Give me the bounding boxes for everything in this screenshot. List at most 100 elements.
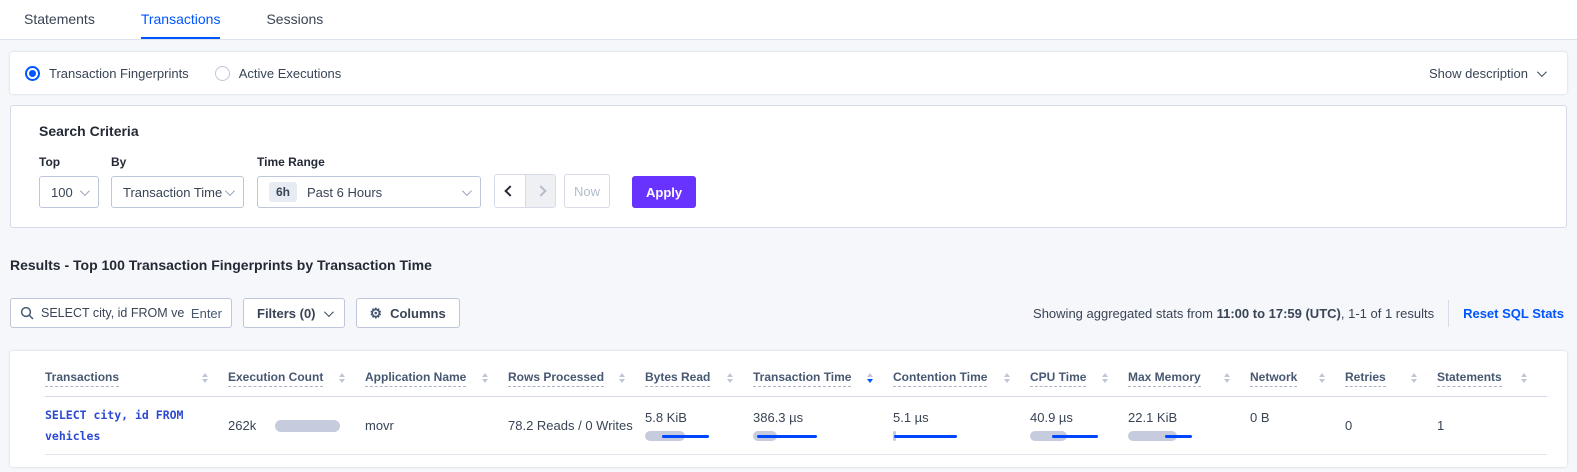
search-criteria-card: Search Criteria Top 100 By Transaction T…	[10, 105, 1567, 228]
cell-transaction-time: 386.3 µs	[753, 410, 893, 441]
search-criteria-form: Top 100 By Transaction Time Time Range 6…	[39, 155, 1538, 208]
sort-icon[interactable]	[202, 373, 208, 383]
transaction-fingerprint-link[interactable]: SELECT city, id FROM vehicles	[45, 405, 207, 446]
chevron-down-icon	[225, 186, 235, 196]
radio-unselected-icon[interactable]	[215, 66, 230, 81]
divider	[1448, 300, 1449, 327]
time-window-arrows	[494, 174, 556, 208]
time-range-value: Past 6 Hours	[307, 185, 382, 200]
column-header-cpu-time: CPU Time	[1030, 370, 1128, 387]
cell-max-memory: 22.1 KiB	[1128, 410, 1250, 441]
search-submit[interactable]: Enter	[191, 306, 222, 321]
radio-active-executions[interactable]: Active Executions	[215, 66, 342, 81]
next-window-button[interactable]	[525, 175, 555, 207]
column-header-statements: Statements	[1437, 370, 1547, 387]
by-select-value: Transaction Time	[123, 185, 222, 200]
sort-icon[interactable]	[1411, 373, 1417, 383]
show-description-label: Show description	[1429, 66, 1528, 81]
sort-icon[interactable]	[1319, 373, 1325, 383]
sort-icon-active-desc[interactable]	[867, 373, 873, 383]
column-header-transaction-time: Transaction Time	[753, 370, 893, 387]
top-label: Top	[39, 155, 99, 169]
page-tabs: Statements Transactions Sessions	[0, 0, 1577, 40]
cell-rows-processed: 78.2 Reads / 0 Writes	[508, 418, 645, 433]
sort-icon[interactable]	[482, 373, 488, 383]
cpu-time-bar	[1030, 431, 1106, 441]
column-header-transactions: Transactions	[45, 370, 228, 387]
column-header-execution-count: Execution Count	[228, 370, 365, 387]
cell-execution-count: 262k	[228, 418, 365, 433]
cell-cpu-time: 40.9 µs	[1030, 410, 1128, 441]
sort-icon[interactable]	[619, 373, 625, 383]
radio-transaction-fingerprints[interactable]: Transaction Fingerprints	[25, 66, 189, 81]
time-range-badge: 6h	[269, 182, 297, 202]
gear-icon: ⚙	[370, 306, 383, 320]
column-header-max-memory: Max Memory	[1128, 370, 1250, 387]
radio-label: Transaction Fingerprints	[49, 66, 189, 81]
stats-time-range: 11:00 to 17:59 (UTC)	[1217, 306, 1341, 321]
time-range-label: Time Range	[257, 155, 481, 169]
cell-bytes-read: 5.8 KiB	[645, 410, 753, 441]
top-select-value: 100	[51, 185, 73, 200]
by-label: By	[111, 155, 244, 169]
column-header-contention-time: Contention Time	[893, 370, 1030, 387]
sort-icon[interactable]	[727, 373, 733, 383]
sort-icon[interactable]	[1224, 373, 1230, 383]
tab-sessions[interactable]: Sessions	[266, 0, 323, 39]
cell-retries: 0	[1345, 418, 1437, 433]
search-box[interactable]: Enter	[10, 298, 232, 328]
transactions-table: Transactions Execution Count Application…	[10, 351, 1567, 467]
tab-statements[interactable]: Statements	[24, 0, 95, 39]
cell-contention-time: 5.1 µs	[893, 410, 1030, 441]
time-range-select[interactable]: 6h Past 6 Hours	[257, 176, 481, 208]
time-range-field: Time Range 6h Past 6 Hours	[257, 155, 481, 208]
execution-count-value: 262k	[228, 418, 256, 433]
table-row: SELECT city, id FROM vehicles 262k movr …	[45, 397, 1547, 455]
sort-icon[interactable]	[1102, 373, 1108, 383]
chevron-down-icon	[80, 186, 90, 196]
sort-icon[interactable]	[1521, 373, 1527, 383]
search-icon	[20, 306, 34, 320]
search-criteria-title: Search Criteria	[39, 123, 1538, 139]
tab-transactions[interactable]: Transactions	[141, 0, 221, 39]
radio-label: Active Executions	[239, 66, 342, 81]
view-toggle-bar: Transaction Fingerprints Active Executio…	[10, 52, 1567, 94]
chevron-left-icon	[504, 185, 515, 196]
transaction-time-bar	[753, 431, 829, 441]
reset-sql-stats-link[interactable]: Reset SQL Stats	[1463, 306, 1567, 321]
radio-selected-icon[interactable]	[25, 66, 40, 81]
filters-label: Filters (0)	[257, 306, 316, 321]
search-input[interactable]	[41, 306, 184, 320]
max-memory-bar	[1128, 431, 1204, 441]
column-header-rows-processed: Rows Processed	[508, 370, 645, 387]
by-select[interactable]: Transaction Time	[111, 176, 244, 208]
execution-count-bar	[275, 420, 340, 432]
column-header-bytes-read: Bytes Read	[645, 370, 753, 387]
table-header-row: Transactions Execution Count Application…	[45, 360, 1547, 397]
sort-icon[interactable]	[1004, 373, 1010, 383]
cell-network: 0 B	[1250, 410, 1345, 425]
column-header-network: Network	[1250, 370, 1345, 387]
columns-button[interactable]: ⚙ Columns	[356, 298, 460, 328]
cell-transaction-query: SELECT city, id FROM vehicles	[45, 405, 228, 446]
bytes-read-bar	[645, 431, 721, 441]
filters-button[interactable]: Filters (0)	[243, 298, 345, 328]
chevron-down-icon	[1537, 67, 1547, 77]
top-select[interactable]: 100	[39, 176, 99, 208]
aggregated-stats-text: Showing aggregated stats from 11:00 to 1…	[1033, 306, 1434, 321]
chevron-right-icon	[535, 185, 546, 196]
chevron-down-icon	[323, 307, 333, 317]
page-body: Transaction Fingerprints Active Executio…	[0, 40, 1577, 472]
cell-application-name: movr	[365, 418, 508, 433]
column-header-retries: Retries	[1345, 370, 1437, 387]
now-button[interactable]: Now	[564, 174, 610, 208]
by-field: By Transaction Time	[111, 155, 244, 208]
cell-statements: 1	[1437, 418, 1547, 433]
previous-window-button[interactable]	[495, 175, 525, 207]
show-description-toggle[interactable]: Show description	[1429, 66, 1552, 81]
results-heading: Results - Top 100 Transaction Fingerprin…	[10, 257, 1567, 273]
sort-icon[interactable]	[339, 373, 345, 383]
results-toolbar: Enter Filters (0) ⚙ Columns Showing aggr…	[10, 298, 1567, 328]
chevron-down-icon	[462, 186, 472, 196]
apply-button[interactable]: Apply	[632, 176, 696, 208]
